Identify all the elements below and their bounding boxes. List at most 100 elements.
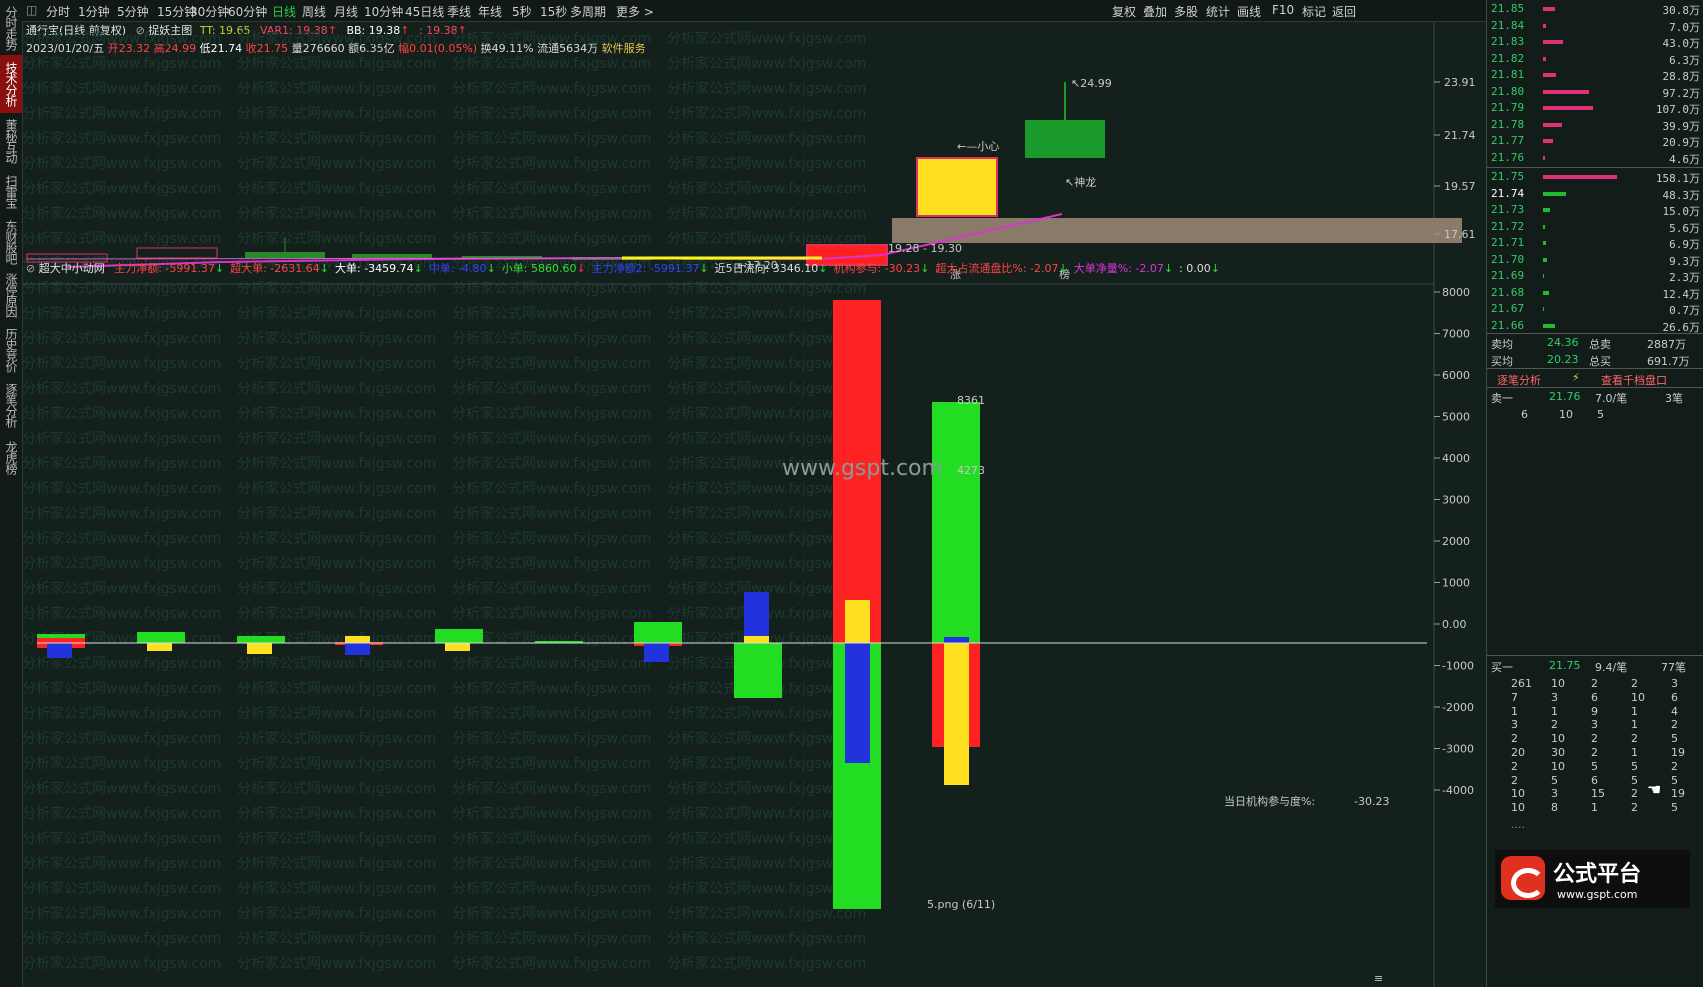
sell-avg: 24.36 [1547, 336, 1579, 349]
period-tab-11[interactable]: 45日线 [405, 3, 444, 20]
left-tab-3[interactable]: 董秘互动 [0, 113, 22, 168]
left-tab-9[interactable]: 龙虎榜 [0, 432, 22, 482]
ask-row[interactable]: 21.76 4.6万 [1487, 149, 1703, 167]
period-tab-5[interactable]: 30分钟 [190, 3, 229, 20]
sub-indicator-7: 近5日流向: 3346.10 [714, 262, 819, 275]
order-price: 21.70 [1491, 252, 1525, 266]
ask-row[interactable]: 21.82 6.3万 [1487, 50, 1703, 68]
flow-bar [237, 636, 285, 643]
flow-arrow-icon: ↓ [486, 262, 496, 275]
bid-row[interactable]: 21.67 0.7万 [1487, 300, 1703, 318]
period-tab-3[interactable]: 5分钟 [117, 3, 149, 20]
flow-arrow-icon: ↓ [1163, 262, 1174, 275]
queue-cell: 2 [1591, 677, 1598, 690]
flow-arrow-icon: ↓ [413, 262, 423, 275]
toolbar-button-1[interactable]: 复权 [1112, 3, 1136, 20]
left-tab-8[interactable]: 逐笔分析 [0, 378, 22, 432]
queue-cell: 261 [1511, 677, 1532, 690]
bar-label: 8361 [957, 394, 985, 407]
ask-row[interactable]: 21.85 30.8万 [1487, 0, 1703, 18]
bid-row[interactable]: 21.74 48.3万 [1487, 185, 1703, 203]
order-price: 21.82 [1491, 51, 1525, 65]
flow-bar [734, 643, 782, 698]
bid-row[interactable]: 21.69 2.3万 [1487, 267, 1703, 285]
period-tab-9[interactable]: 月线 [334, 3, 358, 20]
indicator-toggle-icon[interactable]: ⊘ [26, 262, 35, 275]
chart-canvas[interactable]: ↖24.99 ←—小心 ↖神龙 19.28 - 19.30 ←17.20 涨 榜… [22, 22, 1486, 987]
bid-row[interactable]: 21.72 5.6万 [1487, 218, 1703, 236]
period-tab-6[interactable]: 60分钟 [228, 3, 267, 20]
y-tick-label: -2000 [1442, 701, 1474, 714]
toolbar-button-4[interactable]: 统计 [1206, 3, 1230, 20]
period-tab-7[interactable]: 日线 [272, 3, 296, 20]
bid-row[interactable]: 21.66 26.6万 [1487, 317, 1703, 335]
main-y-axis: 23.91 21.74 19.57 17.61 [1434, 76, 1476, 241]
y-tick-label: -3000 [1442, 743, 1474, 756]
queue-cell: 5 [1671, 773, 1678, 787]
queue-cell: 10 [1511, 787, 1525, 801]
left-tab-5[interactable]: 东财股吧 [0, 215, 22, 268]
period-tab-13[interactable]: 年线 [478, 3, 502, 20]
sub-chart-header: ⊘ 超大中小动网 主力净额: -5991.37↓ 超大单: -2631.64↓ 大单… [26, 260, 1220, 276]
period-tab-2[interactable]: 1分钟 [78, 3, 110, 20]
depth-view-tab[interactable]: 查看千档盘口 [1601, 372, 1667, 388]
period-tab-17[interactable]: 更多 > [616, 3, 654, 20]
sub-chart-title[interactable]: 超大中小动网 [39, 262, 105, 275]
period-tab-14[interactable]: 5秒 [512, 3, 532, 20]
order-price: 21.72 [1491, 219, 1525, 233]
period-tab-10[interactable]: 10分钟 [364, 3, 403, 20]
sub-chart-bars [37, 300, 980, 909]
left-tab-2[interactable]: 技术分析 [0, 55, 22, 113]
support-band [892, 218, 1462, 243]
queue-cell: 5 [1671, 801, 1678, 815]
logo-title: 公式平台 [1553, 862, 1642, 887]
ask-row[interactable]: 21.84 7.0万 [1487, 17, 1703, 35]
order-volume: 4.6万 [1669, 152, 1700, 166]
queue-cell: 2 [1511, 759, 1518, 773]
toolbar-button-8[interactable]: 返回 [1332, 3, 1356, 20]
left-tab-7[interactable]: 历史竞价 [0, 322, 22, 378]
queue-more: .... [1511, 818, 1525, 831]
queue-cell: 5 [1591, 759, 1598, 773]
annotation-high: ↖24.99 [1071, 77, 1112, 90]
flow-bar [744, 636, 769, 643]
bid-row[interactable]: 21.70 9.3万 [1487, 251, 1703, 269]
ask-row[interactable]: 21.80 97.2万 [1487, 83, 1703, 101]
toolbar-button-6[interactable]: F10 [1272, 3, 1294, 17]
center-watermark: www.gspt.com [782, 456, 943, 481]
toolbar-button-3[interactable]: 多股 [1174, 3, 1198, 20]
buy-total: 691.7万 [1647, 355, 1690, 368]
toolbar-button-2[interactable]: 叠加 [1143, 3, 1167, 20]
flow-arrow-icon: ↓ [699, 262, 709, 275]
window-icon[interactable]: ◫ [26, 3, 37, 17]
queue-cell: 2 [1671, 718, 1678, 732]
queue-cell: 1 [1591, 801, 1598, 815]
scroll-handle-icon[interactable]: ≡ [1374, 972, 1383, 985]
bid-row[interactable]: 21.71 6.9万 [1487, 234, 1703, 252]
left-tab-6[interactable]: 涨停原因 [0, 268, 22, 322]
period-tab-8[interactable]: 周线 [302, 3, 326, 20]
ask-row[interactable]: 21.78 39.9万 [1487, 116, 1703, 134]
ask-row[interactable]: 21.77 20.9万 [1487, 132, 1703, 150]
toolbar-button-7[interactable]: 标记 [1302, 3, 1326, 20]
bid-row[interactable]: 21.75 158.1万 [1487, 168, 1703, 186]
left-tab-4[interactable]: 扫雷宝 [0, 168, 22, 215]
period-tab-1[interactable]: 分时 [46, 3, 70, 20]
flow-bar [47, 643, 72, 658]
ask-row[interactable]: 21.81 28.8万 [1487, 66, 1703, 84]
left-tab-1[interactable]: 分时走势 [0, 0, 22, 55]
bid-row[interactable]: 21.73 15.0万 [1487, 201, 1703, 219]
period-tab-12[interactable]: 季线 [447, 3, 471, 20]
period-tab-15[interactable]: 15秒 [540, 3, 567, 20]
order-price: 21.67 [1491, 302, 1525, 315]
flow-arrow-icon: ↓ [576, 262, 586, 275]
ask-row[interactable]: 21.79 107.0万 [1487, 99, 1703, 117]
y-tick-label: 4000 [1442, 452, 1470, 465]
toolbar-button-5[interactable]: 画线 [1237, 3, 1261, 20]
tick-analysis-tab[interactable]: 逐笔分析 [1497, 372, 1541, 388]
lightning-icon[interactable]: ⚡ [1572, 371, 1580, 384]
period-tab-16[interactable]: 多周期 [570, 3, 606, 20]
bid-row[interactable]: 21.68 12.4万 [1487, 284, 1703, 302]
sell-total-label: 总卖 [1589, 338, 1611, 351]
ask-row[interactable]: 21.83 43.0万 [1487, 33, 1703, 51]
